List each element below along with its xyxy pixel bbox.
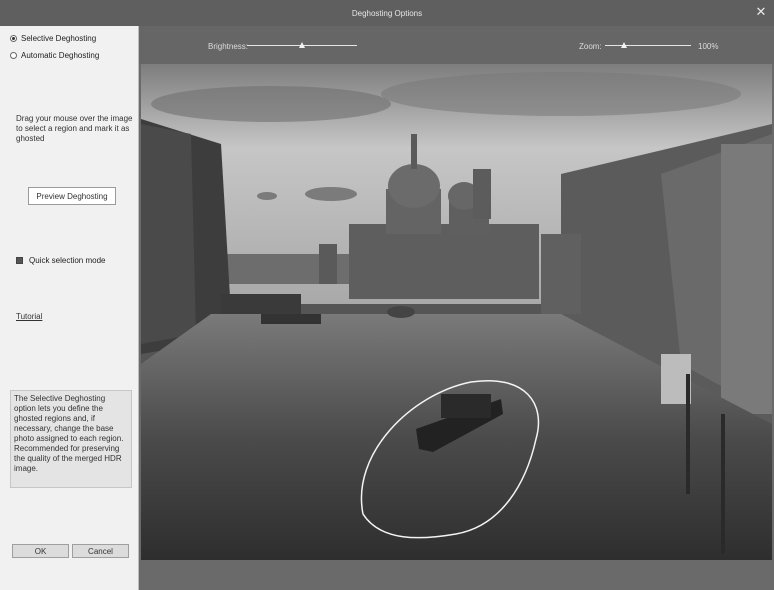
instructions-text: Drag your mouse over the image to select… xyxy=(16,114,133,143)
ok-button[interactable]: OK xyxy=(12,544,69,558)
venice-canal-photo xyxy=(141,64,772,560)
info-text: The Selective Deghosting option lets you… xyxy=(14,394,124,473)
brightness-slider-thumb[interactable] xyxy=(299,42,305,48)
preview-deghosting-button[interactable]: Preview Deghosting xyxy=(28,187,116,205)
toolbar: Brightness: Zoom: 100% xyxy=(139,26,774,64)
zoom-label: Zoom: xyxy=(579,42,602,51)
bottom-strip xyxy=(139,560,774,590)
brightness-slider[interactable] xyxy=(247,42,357,48)
selective-deghosting-radio[interactable]: Selective Deghosting xyxy=(10,34,96,43)
brightness-label: Brightness: xyxy=(208,42,249,51)
quick-selection-label: Quick selection mode xyxy=(29,256,106,265)
automatic-deghosting-label: Automatic Deghosting xyxy=(21,51,100,60)
window-title: Deghosting Options xyxy=(351,8,423,18)
ok-label: OK xyxy=(34,546,47,556)
radio-automatic-indicator[interactable] xyxy=(10,52,17,59)
hdr-preview-image[interactable] xyxy=(141,64,772,560)
preview-deghosting-label: Preview Deghosting xyxy=(36,191,108,201)
close-icon[interactable]: ✕ xyxy=(754,5,768,19)
automatic-deghosting-radio[interactable]: Automatic Deghosting xyxy=(10,51,99,60)
title-bar: Deghosting Options ✕ xyxy=(0,0,774,26)
tutorial-link[interactable]: Tutorial xyxy=(16,312,42,321)
zoom-slider-thumb[interactable] xyxy=(620,42,627,48)
zoom-slider[interactable] xyxy=(605,42,691,48)
cancel-label: Cancel xyxy=(88,546,113,556)
quick-selection-checkbox[interactable]: Quick selection mode xyxy=(16,256,105,265)
quick-selection-indicator[interactable] xyxy=(16,257,23,264)
zoom-value: 100% xyxy=(698,42,719,51)
sidebar: Selective Deghosting Automatic Deghostin… xyxy=(0,26,139,590)
info-box: The Selective Deghosting option lets you… xyxy=(10,390,132,488)
selective-deghosting-label: Selective Deghosting xyxy=(21,34,97,43)
cancel-button[interactable]: Cancel xyxy=(72,544,129,558)
radio-selective-indicator[interactable] xyxy=(10,35,17,42)
